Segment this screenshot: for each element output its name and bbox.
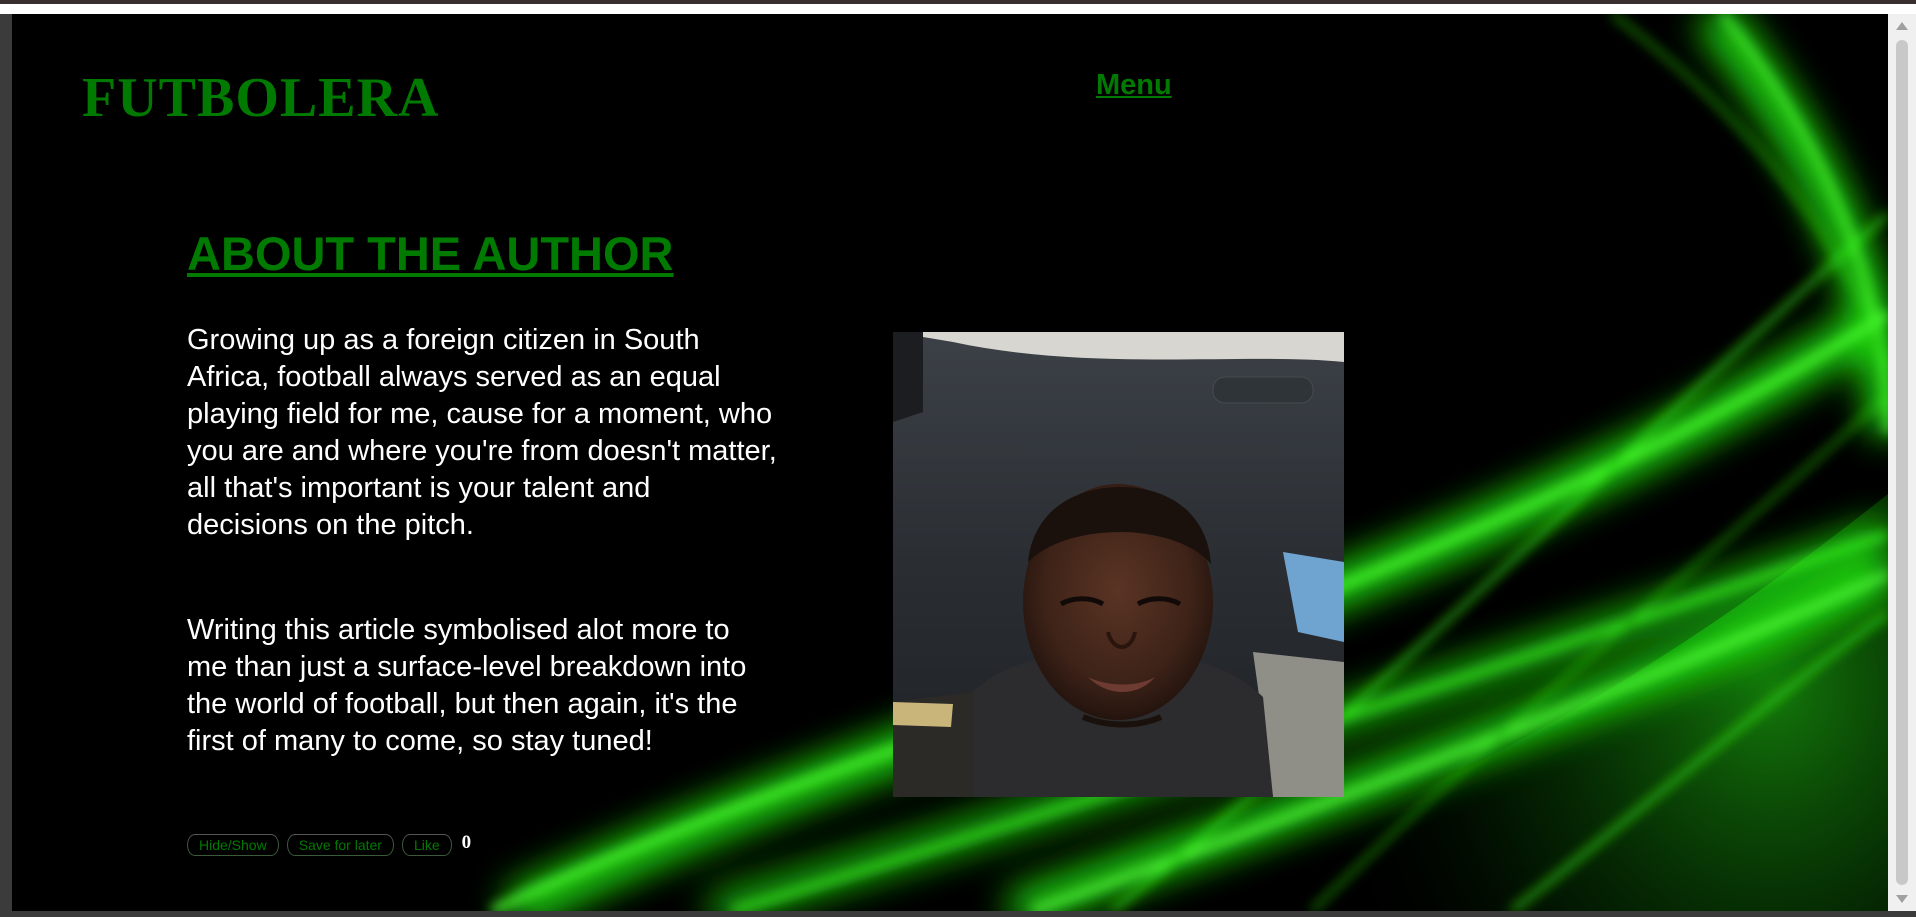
scroll-down-arrow-icon[interactable] <box>1896 895 1908 903</box>
about-paragraph-2: Writing this article symbolised alot mor… <box>187 614 747 757</box>
page-viewport: FUTBOLERA Menu ABOUT THE AUTHOR Growing … <box>12 14 1888 911</box>
browser-top-bar <box>0 4 1916 14</box>
about-title: ABOUT THE AUTHOR <box>187 227 674 280</box>
save-for-later-button[interactable]: Save for later <box>286 834 394 856</box>
site-brand: FUTBOLERA <box>82 67 440 129</box>
about-paragraph-1: Growing up as a foreign citizen in South… <box>187 324 777 541</box>
browser-bottom-border <box>0 911 1916 917</box>
hide-show-button[interactable]: Hide/Show <box>187 834 279 856</box>
vertical-scrollbar[interactable] <box>1888 14 1916 911</box>
like-button[interactable]: Like <box>401 834 452 856</box>
scrollbar-thumb[interactable] <box>1896 40 1908 885</box>
menu-link[interactable]: Menu <box>1096 69 1172 102</box>
like-count: 0 <box>461 832 472 853</box>
scroll-up-arrow-icon[interactable] <box>1896 22 1908 30</box>
article-actions: Hide/Show Save for later Like 0 <box>187 832 472 856</box>
author-photo <box>893 332 1344 797</box>
